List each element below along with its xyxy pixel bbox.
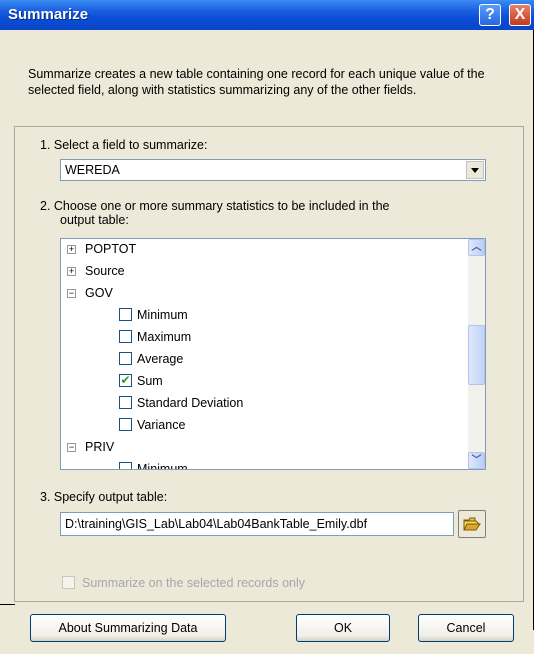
tree-item-label: PRIV (85, 440, 115, 454)
about-summarizing-button[interactable]: About Summarizing Data (30, 614, 226, 642)
tree-item-label: GOV (85, 286, 113, 300)
help-button[interactable]: ? (479, 4, 501, 26)
stat-label: Sum (137, 374, 163, 388)
dropdown-arrow-button[interactable] (466, 161, 484, 179)
tree-scrollbar[interactable]: ︿ ﹀ (468, 239, 485, 469)
chevron-up-icon: ︿ (471, 241, 482, 253)
stat-label: Minimum (137, 462, 188, 470)
divider-line (0, 604, 15, 605)
step2-label: 2. Choose one or more summary statistics… (40, 199, 390, 213)
step3-label: 3. Specify output table: (40, 490, 168, 504)
summarize-dialog: Summarize ? X Summarize creates a new ta… (0, 0, 534, 654)
title-bar[interactable]: Summarize ? X (0, 0, 534, 30)
chevron-down-icon (471, 167, 479, 173)
output-table-input[interactable]: D:\training\GIS_Lab\Lab04\Lab04BankTable… (60, 512, 454, 536)
stat-label: Minimum (137, 308, 188, 322)
stat-checkbox[interactable] (119, 330, 132, 343)
open-folder-icon (463, 517, 481, 531)
scroll-up-button[interactable]: ︿ (468, 239, 485, 256)
stat-label: Maximum (137, 330, 192, 344)
chevron-down-icon: ﹀ (471, 454, 482, 466)
selected-only-checkbox[interactable] (62, 576, 75, 589)
checkmark-icon: ✔ (120, 373, 131, 387)
stat-label: Average (137, 352, 184, 366)
stat-checkbox[interactable] (119, 462, 132, 469)
tree-item-label: POPTOT (85, 242, 137, 256)
window-title: Summarize (8, 6, 89, 23)
step1-label: 1. Select a field to summarize: (40, 138, 208, 152)
dialog-description: Summarize creates a new table containing… (28, 67, 485, 97)
expand-plus-icon[interactable]: + (67, 245, 76, 254)
summarize-field-value: WEREDA (65, 163, 120, 177)
summarize-field-dropdown[interactable]: WEREDA (60, 159, 486, 181)
step2-label-cont: output table: (60, 213, 129, 227)
cancel-button[interactable]: Cancel (418, 614, 514, 642)
ok-button[interactable]: OK (296, 614, 390, 642)
stat-checkbox[interactable] (119, 308, 132, 321)
browse-folder-button[interactable] (458, 510, 486, 538)
stat-checkbox[interactable] (119, 418, 132, 431)
close-button[interactable]: X (509, 4, 531, 26)
collapse-minus-icon[interactable]: − (67, 289, 76, 298)
tree-item-label: Source (85, 264, 125, 278)
statistics-tree[interactable]: + POPTOT + Source − GOV Minimum Maximum … (60, 238, 486, 470)
expand-plus-icon[interactable]: + (67, 267, 76, 276)
stat-checkbox[interactable] (119, 396, 132, 409)
scroll-down-button[interactable]: ﹀ (468, 452, 485, 469)
scroll-thumb[interactable] (468, 325, 485, 385)
stat-checkbox-checked[interactable]: ✔ (119, 374, 132, 387)
collapse-minus-icon[interactable]: − (67, 443, 76, 452)
selected-only-label: Summarize on the selected records only (82, 576, 306, 590)
stat-label: Variance (137, 418, 186, 432)
output-table-path: D:\training\GIS_Lab\Lab04\Lab04BankTable… (65, 517, 368, 531)
stat-label: Standard Deviation (137, 396, 244, 410)
stat-checkbox[interactable] (119, 352, 132, 365)
